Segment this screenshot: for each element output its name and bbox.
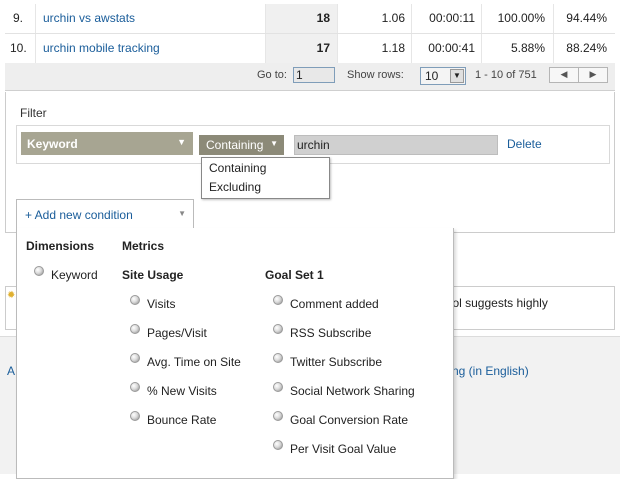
- radio-comment-added[interactable]: [273, 295, 283, 305]
- goto-label: Go to:: [257, 69, 287, 81]
- pages-per-visit-cell: 1.18: [381, 41, 405, 55]
- show-rows-label: Show rows:: [347, 69, 404, 81]
- range-text: 1 - 10 of 751: [475, 69, 537, 81]
- show-rows-value: 10: [425, 69, 439, 83]
- prev-page-button[interactable]: ◀: [549, 67, 579, 83]
- next-page-button[interactable]: ▶: [578, 67, 608, 83]
- operator-select[interactable]: Containing ▼: [199, 135, 284, 155]
- chevron-down-icon: ▼: [450, 69, 464, 83]
- prev-arrow-icon: ◀: [560, 69, 568, 79]
- add-condition-label: + Add new condition: [25, 208, 133, 222]
- chevron-down-icon: ▼: [177, 137, 186, 147]
- sun-icon: ✹: [7, 290, 16, 301]
- option-rss-subscribe[interactable]: RSS Subscribe: [290, 326, 371, 340]
- goto-page-input[interactable]: 1: [293, 67, 335, 83]
- option-pages-visit[interactable]: Pages/Visit: [147, 326, 207, 340]
- radio-pages-visit[interactable]: [130, 324, 140, 334]
- footer-link-right[interactable]: ng (in English): [452, 364, 529, 378]
- visits-cell: 17: [316, 41, 330, 55]
- radio-rss-subscribe[interactable]: [273, 324, 283, 334]
- visits-cell: 18: [316, 11, 330, 25]
- row-number: 10.: [10, 41, 27, 55]
- option-comment-added[interactable]: Comment added: [290, 297, 379, 311]
- option-keyword[interactable]: Keyword: [51, 268, 98, 282]
- bounce-rate-cell: 88.24%: [566, 41, 607, 55]
- option-twitter-subscribe[interactable]: Twitter Subscribe: [290, 355, 382, 369]
- show-rows-select[interactable]: 10 ▼: [420, 67, 466, 85]
- radio-social-sharing[interactable]: [273, 382, 283, 392]
- menu-item-containing[interactable]: Containing: [209, 161, 266, 175]
- metrics-header: Metrics: [122, 239, 165, 253]
- option-goal-conversion[interactable]: Goal Conversion Rate: [290, 413, 408, 427]
- option-per-visit-goal[interactable]: Per Visit Goal Value: [290, 442, 396, 456]
- row-number: 9.: [13, 11, 24, 25]
- radio-twitter-subscribe[interactable]: [273, 353, 283, 363]
- next-arrow-icon: ▶: [589, 69, 597, 79]
- dimensions-header: Dimensions: [26, 239, 95, 253]
- radio-keyword[interactable]: [34, 266, 44, 276]
- goal-set-header: Goal Set 1: [265, 268, 324, 282]
- radio-new-visits[interactable]: [130, 382, 140, 392]
- add-condition-button[interactable]: + Add new condition ▼: [16, 199, 194, 229]
- menu-item-excluding[interactable]: Excluding: [209, 180, 261, 194]
- footer-link-left[interactable]: A: [7, 364, 15, 378]
- radio-per-visit-goal[interactable]: [273, 440, 283, 450]
- chevron-down-icon: ▼: [270, 139, 278, 148]
- operator-select-value: Containing: [206, 138, 264, 152]
- keyword-link[interactable]: urchin vs awstats: [43, 11, 135, 25]
- pages-per-visit-cell: 1.06: [381, 11, 405, 25]
- option-social-sharing[interactable]: Social Network Sharing: [290, 384, 415, 398]
- site-usage-header: Site Usage: [122, 268, 184, 282]
- operator-dropdown-menu: Containing Excluding: [201, 157, 330, 199]
- filter-title: Filter: [20, 106, 47, 120]
- option-bounce-rate[interactable]: Bounce Rate: [147, 413, 216, 427]
- dimension-select-value: Keyword: [27, 137, 78, 151]
- delete-condition-link[interactable]: Delete: [507, 137, 542, 151]
- radio-avg-time[interactable]: [130, 353, 140, 363]
- keyword-link[interactable]: urchin mobile tracking: [43, 41, 160, 55]
- chevron-down-icon: ▼: [178, 209, 186, 218]
- pagination-bar: Go to: 1 Show rows: 10 ▼ 1 - 10 of 751 ◀…: [5, 63, 615, 91]
- dimension-select[interactable]: Keyword ▼: [21, 132, 193, 155]
- radio-visits[interactable]: [130, 295, 140, 305]
- new-visits-cell: 100.00%: [497, 11, 545, 25]
- option-new-visits[interactable]: % New Visits: [147, 384, 217, 398]
- table-row: 9. urchin vs awstats 18 1.06 00:00:11 10…: [5, 4, 615, 34]
- bounce-rate-cell: 94.44%: [566, 11, 607, 25]
- radio-goal-conversion[interactable]: [273, 411, 283, 421]
- filter-value-input[interactable]: urchin: [294, 135, 498, 155]
- table-row: 10. urchin mobile tracking 17 1.18 00:00…: [5, 34, 615, 64]
- radio-bounce-rate[interactable]: [130, 411, 140, 421]
- avg-time-cell: 00:00:41: [428, 41, 475, 55]
- new-visits-cell: 5.88%: [510, 41, 545, 55]
- avg-time-cell: 00:00:11: [429, 11, 475, 25]
- option-visits[interactable]: Visits: [147, 297, 175, 311]
- option-avg-time[interactable]: Avg. Time on Site: [147, 355, 241, 369]
